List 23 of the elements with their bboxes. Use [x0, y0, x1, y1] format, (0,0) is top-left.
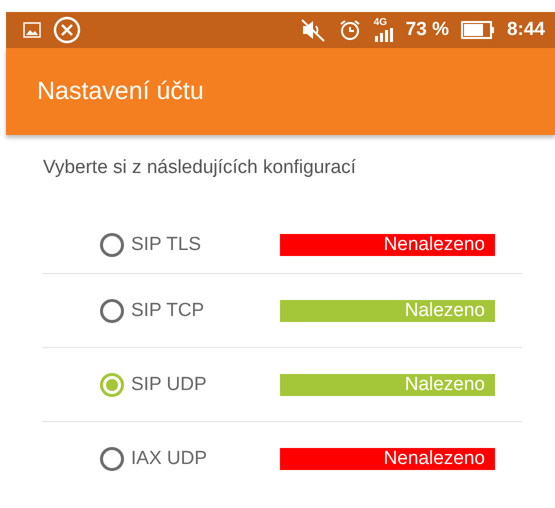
close-circle-icon	[53, 16, 81, 44]
battery-percent: 73 %	[406, 19, 449, 41]
instruction-text: Vyberte si z následujících konfigurací	[43, 157, 357, 179]
radio-button[interactable]	[100, 233, 124, 257]
battery-icon	[460, 21, 495, 39]
status-label: Nenalezeno	[280, 234, 495, 256]
radio-option[interactable]: SIP TLS	[100, 233, 280, 257]
status-label: Nenalezeno	[280, 448, 495, 470]
muted-speaker-icon	[300, 18, 326, 42]
status-label: Nalezeno	[280, 300, 495, 322]
radio-option[interactable]: IAX UDP	[100, 447, 280, 471]
radio-button[interactable]	[100, 372, 124, 396]
radio-option[interactable]: SIP UDP	[100, 372, 280, 396]
radio-button[interactable]	[100, 447, 124, 471]
radio-option[interactable]: SIP TCP	[100, 298, 280, 322]
alarm-clock-icon	[338, 18, 362, 42]
picture-icon	[23, 22, 41, 38]
status-label: Nalezeno	[280, 374, 495, 396]
radio-button[interactable]	[100, 298, 124, 322]
network-type-label: 4G	[374, 18, 387, 28]
clock-time: 8:44	[506, 19, 545, 41]
screen-title: Nastavení účtu	[37, 77, 204, 106]
signal-icon	[374, 28, 394, 42]
